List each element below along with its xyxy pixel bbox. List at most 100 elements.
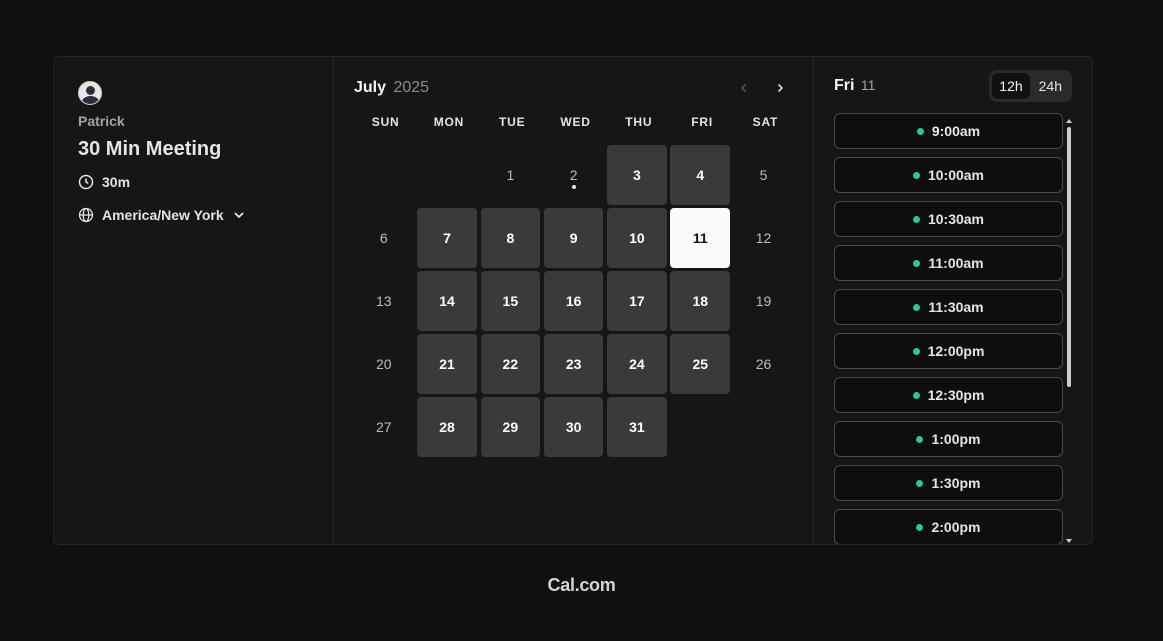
time-slot-button[interactable]: 12:30pm xyxy=(834,377,1063,413)
time-slot-label: 9:00am xyxy=(931,123,981,139)
time-slot-button[interactable]: 9:00am xyxy=(834,113,1063,149)
day-1: 1 xyxy=(506,166,515,183)
selected-date: Fri 11 xyxy=(834,77,875,95)
day-12: 12 xyxy=(755,229,772,246)
next-month-button[interactable] xyxy=(769,77,791,99)
day-18[interactable]: 18 xyxy=(670,271,730,331)
day-7[interactable]: 7 xyxy=(417,208,477,268)
time-slot-button[interactable]: 11:30am xyxy=(834,289,1063,325)
day-grid: 1 2 3 4 5 6 7 8 9 10 11 12 13 14 15 16 17 18 19 20 21 22 23 24 2… xyxy=(354,145,793,457)
time-slot-label: 1:00pm xyxy=(931,431,981,447)
day-17[interactable]: 17 xyxy=(607,271,667,331)
month-label: July xyxy=(354,79,387,96)
weekday-sat: SAT xyxy=(752,115,779,129)
day-25[interactable]: 25 xyxy=(670,334,730,394)
weekday-wed: WED xyxy=(560,115,591,129)
slot-list: 9:00am 10:00am 10:30am 11:00am 11:30am 12:00p… xyxy=(834,113,1063,544)
day-6: 6 xyxy=(379,229,388,246)
empty-cell xyxy=(354,145,414,205)
slots-scrollbar[interactable] xyxy=(1066,119,1072,543)
timezone-select[interactable]: America/New York xyxy=(78,207,309,223)
brand-logo[interactable]: Cal.com xyxy=(0,575,1163,596)
day-9[interactable]: 9 xyxy=(543,208,604,268)
event-info-panel: Patrick 30 Min Meeting 30m America/New Y… xyxy=(54,57,334,544)
day-27: 27 xyxy=(375,419,392,436)
day-14[interactable]: 14 xyxy=(417,271,477,331)
time-slot-button[interactable]: 1:00pm xyxy=(834,421,1063,457)
time-slot-label: 12:00pm xyxy=(927,343,985,359)
globe-icon xyxy=(78,207,94,223)
availability-dot xyxy=(916,127,924,135)
scroll-down-arrow[interactable] xyxy=(1066,539,1072,543)
day-21[interactable]: 21 xyxy=(417,334,477,394)
scroll-up-arrow[interactable] xyxy=(1066,119,1072,123)
weekday-fri: FRI xyxy=(691,115,713,129)
time-slot-button[interactable]: 12:00pm xyxy=(834,333,1063,369)
day-2: 2 xyxy=(544,145,604,205)
day-28[interactable]: 28 xyxy=(417,397,477,457)
day-20: 20 xyxy=(375,356,392,373)
availability-dot xyxy=(912,347,920,355)
availability-dot xyxy=(912,171,920,179)
calendar-panel: July 2025 SUN MON TUE WED THU FRI SAT 12345678… xyxy=(334,57,814,544)
time-slots-panel: Fri 11 12h 24h 9:00am 10:00am 10:30am 11:00a… xyxy=(814,57,1092,544)
time-slot-button[interactable]: 10:30am xyxy=(834,201,1063,237)
day-10[interactable]: 10 xyxy=(607,208,667,268)
day-24[interactable]: 24 xyxy=(607,334,667,394)
day-30[interactable]: 30 xyxy=(543,397,604,457)
clock-icon xyxy=(78,174,94,190)
day-13: 13 xyxy=(375,292,392,309)
year-label: 2025 xyxy=(393,79,430,96)
weekday-tue: TUE xyxy=(499,115,526,129)
day-15[interactable]: 15 xyxy=(480,271,541,331)
availability-dot xyxy=(912,391,920,399)
time-slot-label: 10:00am xyxy=(927,167,985,183)
booking-card: Patrick 30 Min Meeting 30m America/New Y… xyxy=(53,56,1093,545)
day-5: 5 xyxy=(759,166,768,183)
day-11[interactable]: 11 xyxy=(670,208,730,268)
time-slot-button[interactable]: 10:00am xyxy=(834,157,1063,193)
day-23[interactable]: 23 xyxy=(543,334,604,394)
availability-dot xyxy=(913,259,921,267)
day-8[interactable]: 8 xyxy=(480,208,541,268)
empty-cell xyxy=(417,145,477,205)
day-22[interactable]: 22 xyxy=(480,334,541,394)
duration-label: 30m xyxy=(102,174,131,190)
availability-dot xyxy=(913,303,921,311)
availability-dot xyxy=(916,523,924,531)
day-3[interactable]: 3 xyxy=(607,145,667,205)
month-title: July 2025 xyxy=(354,79,429,97)
day-16[interactable]: 16 xyxy=(543,271,604,331)
today-indicator xyxy=(571,185,576,189)
chevron-right-icon xyxy=(777,83,784,93)
timezone-label: America/New York xyxy=(102,207,224,223)
format-24h[interactable]: 24h xyxy=(1032,73,1069,99)
time-slot-label: 11:30am xyxy=(928,299,984,315)
selected-day-number: 11 xyxy=(860,77,876,93)
weekday-sun: SUN xyxy=(371,115,400,129)
chevron-down-icon xyxy=(234,212,244,219)
format-12h[interactable]: 12h xyxy=(992,73,1030,99)
scroll-thumb[interactable] xyxy=(1067,127,1071,387)
prev-month-button[interactable] xyxy=(733,77,755,99)
time-slot-label: 2:00pm xyxy=(931,519,981,535)
time-slot-button[interactable]: 2:00pm xyxy=(834,509,1063,544)
availability-dot xyxy=(916,435,924,443)
day-29[interactable]: 29 xyxy=(480,397,541,457)
event-title: 30 Min Meeting xyxy=(78,138,222,160)
chevron-left-icon xyxy=(740,83,747,93)
day-4[interactable]: 4 xyxy=(670,145,730,205)
time-slot-label: 12:30pm xyxy=(927,387,985,403)
time-format-toggle: 12h 24h xyxy=(989,70,1072,102)
time-slot-button[interactable]: 11:00am xyxy=(834,245,1063,281)
selected-day-name: Fri xyxy=(834,77,855,94)
day-31[interactable]: 31 xyxy=(607,397,667,457)
duration-row: 30m xyxy=(78,174,309,190)
availability-dot xyxy=(916,479,924,487)
weekday-thu: THU xyxy=(625,115,653,129)
time-slot-button[interactable]: 1:30pm xyxy=(834,465,1063,501)
availability-dot xyxy=(912,215,920,223)
weekday-mon: MON xyxy=(433,115,465,129)
time-slot-label: 10:30am xyxy=(927,211,985,227)
time-slot-label: 1:30pm xyxy=(931,475,981,491)
